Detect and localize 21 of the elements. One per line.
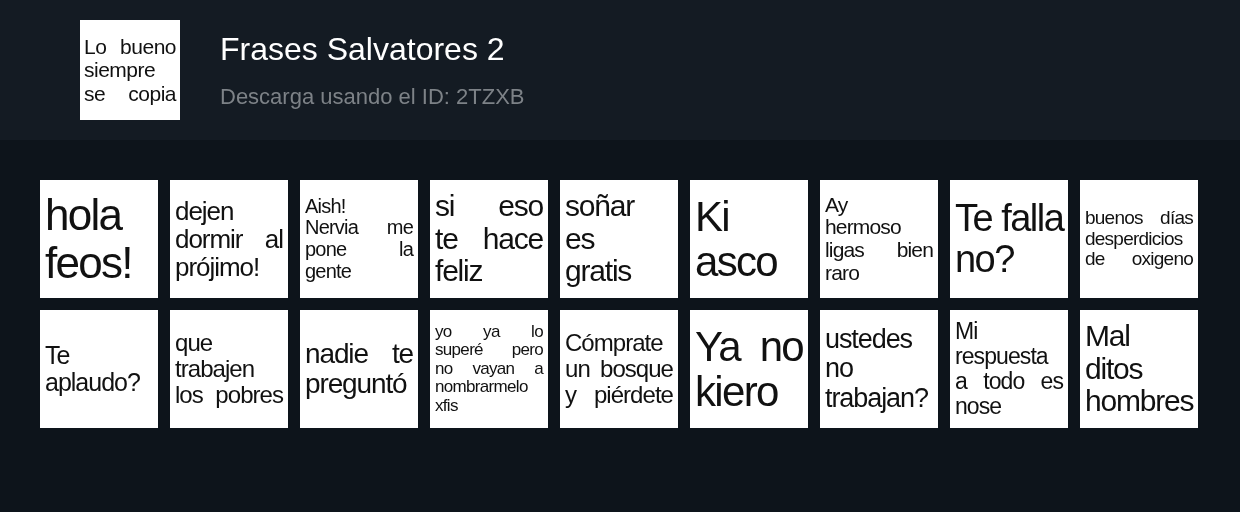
tray-sticker: Lo bueno siempre se copia xyxy=(80,20,180,120)
sticker[interactable]: Ay hermoso ligas bien raro xyxy=(820,180,938,298)
sticker[interactable]: Cómprate un bosque y piérdete xyxy=(560,310,678,428)
sticker[interactable]: si eso te hace feliz xyxy=(430,180,548,298)
sticker[interactable]: soñar es gratis xyxy=(560,180,678,298)
sticker[interactable]: nadie te preguntó xyxy=(300,310,418,428)
sticker[interactable]: Ki asco xyxy=(690,180,808,298)
sticker[interactable]: buenos días desperdicios de oxigeno xyxy=(1080,180,1198,298)
sticker[interactable]: Te aplaudo? xyxy=(40,310,158,428)
pack-title: Frases Salvatores 2 xyxy=(220,30,506,68)
sticker[interactable]: Ya no kiero xyxy=(690,310,808,428)
pack-id-text: Descarga usando el ID: 2TZXB xyxy=(220,83,525,110)
sticker[interactable]: Te falla no? xyxy=(950,180,1068,298)
sticker[interactable]: ustedes no trabajan? xyxy=(820,310,938,428)
sticker[interactable]: Mal ditos hombres xyxy=(1080,310,1198,428)
sticker[interactable]: yo ya lo superé pero no vayan a nombrarmelo xfis xyxy=(430,310,548,428)
sticker[interactable]: hola feos! xyxy=(40,180,158,298)
sticker[interactable]: Mi respuesta a todo es nose xyxy=(950,310,1068,428)
sticker[interactable]: Aish! Nervia me pone la gente xyxy=(300,180,418,298)
sticker[interactable]: que trabajen los pobres xyxy=(170,310,288,428)
sticker[interactable]: dejen dormir al prójimo! xyxy=(170,180,288,298)
